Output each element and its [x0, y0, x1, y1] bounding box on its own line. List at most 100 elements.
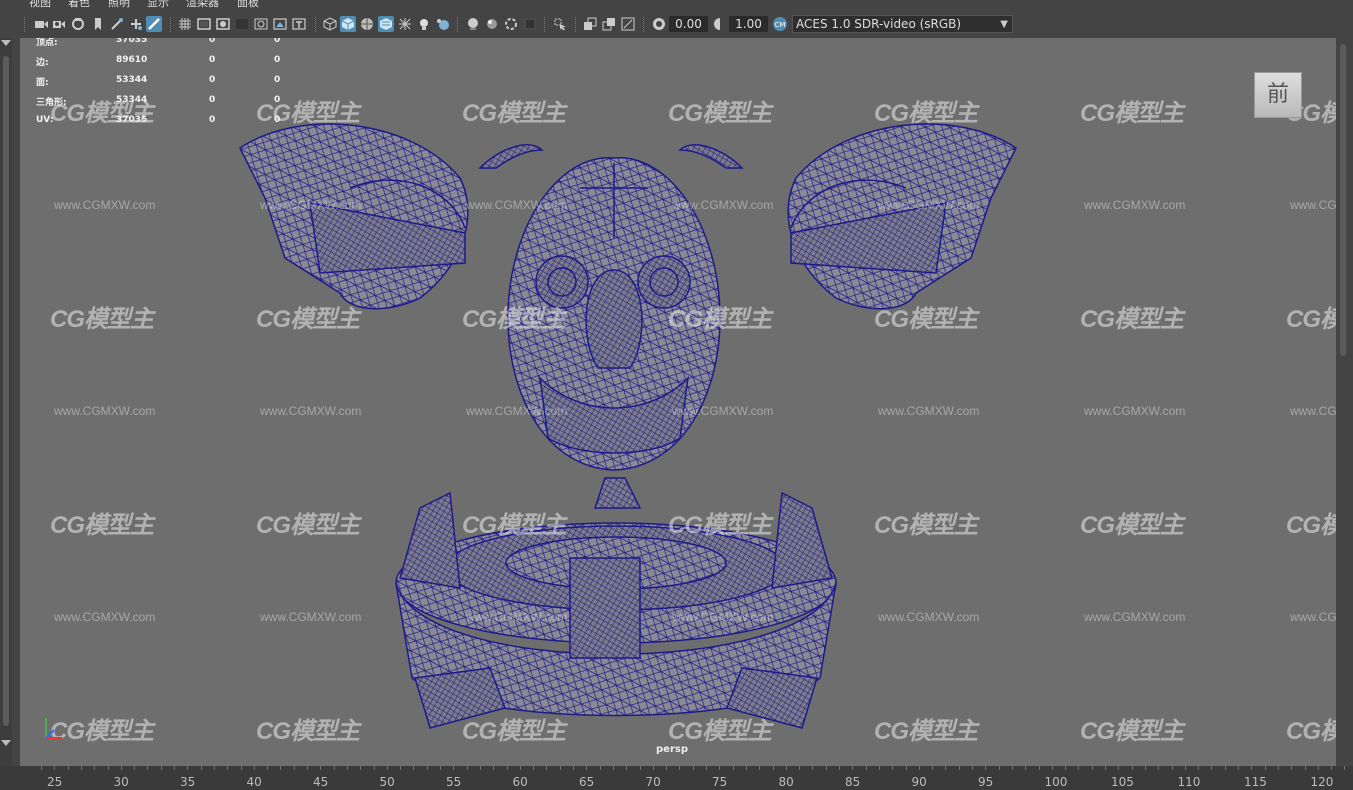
ruler-tick [1078, 766, 1080, 770]
ruler-tick [293, 766, 295, 770]
watermark-url: www.CGMXW.com [1290, 610, 1336, 624]
ruler-tick-label: 30 [113, 775, 129, 789]
watermark-url: www.CGMXW.com [1084, 404, 1186, 418]
watermark-url: www.CGMXW.com [1084, 610, 1186, 624]
ruler-tick [652, 766, 654, 770]
textured-icon[interactable] [378, 16, 394, 32]
hud-uv-count: 0 [274, 95, 281, 105]
ruler-tick [200, 766, 202, 770]
view-cube[interactable]: 前 [1254, 72, 1302, 118]
resolution-gate-icon[interactable] [215, 16, 231, 32]
watermark-logo: CG模型主 [462, 100, 566, 127]
left-scrollbar[interactable] [3, 56, 9, 726]
select-camera-icon[interactable] [33, 16, 49, 32]
ruler-tick [1091, 766, 1093, 770]
gate-mask-icon[interactable] [234, 16, 250, 32]
hud-value: 37035 [116, 38, 148, 45]
grid-2d-icon[interactable] [109, 16, 125, 32]
watermark-logo: CG模型主 [668, 100, 772, 127]
hud-uv-count: 0 [274, 115, 281, 125]
ruler-tick [932, 766, 934, 770]
use-all-lights-icon[interactable] [397, 16, 413, 32]
color-space-dropdown[interactable]: ACES 1.0 SDR-video (sRGB) ▼ [792, 15, 1013, 33]
grease-pencil-icon[interactable] [146, 16, 162, 32]
watermark-logo: CG模型主 [1080, 100, 1184, 127]
ruler-tick [612, 766, 614, 770]
frame-all-icon[interactable] [620, 16, 636, 32]
watermark-logo: CG模型主 [874, 100, 978, 127]
left-wing-mesh [239, 123, 469, 310]
menu-renderer[interactable]: 渲染器 [186, 0, 219, 8]
gamma-icon[interactable] [712, 16, 728, 32]
ruler-tick-label: 105 [1111, 775, 1134, 789]
time-slider-ruler[interactable]: 25 30 35 40 45 50 55 60 65 70 75 80 85 90 95 100 105 110 1… [0, 766, 1353, 790]
ruler-tick [1251, 766, 1253, 770]
ruler-tick [865, 766, 867, 770]
3d-viewport[interactable]: CG模型主 CG模型主 CG模型主 CG模型主 CG模型主 CG模型主 CG模型主 CG模型主… [20, 38, 1336, 766]
ruler-tick [1184, 766, 1186, 770]
hud-label: 顶点: [36, 38, 58, 48]
menu-view[interactable]: 视图 [29, 0, 51, 8]
ruler-tick [785, 766, 787, 770]
watermark-url: www.CGMXW.com [672, 198, 774, 212]
exposure-field[interactable]: 0.00 [669, 16, 708, 32]
watermark-url: www.CGMXW.com [672, 610, 774, 624]
menu-shading[interactable]: 着色 [68, 0, 90, 8]
smooth-shade-icon[interactable] [340, 16, 356, 32]
watermark-logo: CG模型主 [1080, 718, 1184, 745]
watermark-url: www.CGMXW.com [466, 610, 568, 624]
hud-uv-count: 0 [274, 55, 281, 65]
anti-aliasing-icon[interactable] [465, 16, 481, 32]
ruler-tick [1198, 766, 1200, 770]
safe-action-icon[interactable] [272, 16, 288, 32]
xray-icon[interactable] [552, 16, 568, 32]
watermark-url: www.CGMXW.com [878, 404, 980, 418]
menu-show[interactable]: 显示 [147, 0, 169, 8]
watermark-url: www.CGMXW.com [466, 404, 568, 418]
ruler-tick [240, 766, 242, 770]
image-plane-icon[interactable] [90, 16, 106, 32]
color-space-label: ACES 1.0 SDR-video (sRGB) [796, 17, 962, 31]
motion-blur-icon[interactable] [503, 16, 519, 32]
gamma-field[interactable]: 1.00 [729, 16, 768, 32]
bookmarks-icon[interactable] [70, 16, 86, 32]
ruler-tick [1344, 766, 1346, 770]
shadows-icon[interactable] [416, 16, 432, 32]
ruler-tick [426, 766, 428, 770]
camera-name-label: persp [656, 744, 688, 755]
toolbar-separator [170, 17, 173, 32]
camera-attributes-icon[interactable] [51, 16, 67, 32]
ambient-occlusion-icon[interactable] [435, 16, 451, 32]
ruler-tick [546, 766, 548, 770]
ruler-tick [1331, 766, 1333, 770]
isolate-select-icon[interactable] [522, 16, 538, 32]
exposure-icon[interactable] [651, 16, 667, 32]
film-gate-icon[interactable] [196, 16, 212, 32]
ruler-tick-label: 60 [512, 775, 528, 789]
menu-panels[interactable]: 面板 [237, 0, 259, 8]
ruler-tick [213, 766, 215, 770]
menu-lighting[interactable]: 照明 [108, 0, 130, 8]
field-chart-icon[interactable] [253, 16, 269, 32]
watermark-logo: CG模型主 [256, 100, 360, 127]
depth-of-field-icon[interactable] [484, 16, 500, 32]
ruler-tick-label: 115 [1244, 775, 1267, 789]
safe-title-icon[interactable] [291, 16, 307, 32]
xray-joints-icon[interactable] [601, 16, 617, 32]
watermark-logo: CG模型主 [50, 306, 154, 333]
wireframe-on-shaded-icon[interactable] [359, 16, 375, 32]
pan-zoom-icon[interactable] [128, 16, 144, 32]
model-wireframe[interactable] [20, 38, 1336, 766]
scroll-up-arrow-icon[interactable] [1, 40, 11, 46]
scroll-down-arrow-icon[interactable] [1, 740, 11, 746]
right-scrollbar[interactable] [1340, 44, 1346, 356]
wireframe-icon[interactable] [322, 16, 338, 32]
ruler-tick [1291, 766, 1293, 770]
xray-active-components-icon[interactable] [582, 16, 598, 32]
ruler-tick [1171, 766, 1173, 770]
ruler-tick [1105, 766, 1106, 770]
color-management-icon[interactable]: CM [772, 16, 788, 32]
ruler-tick-label: 95 [978, 775, 994, 789]
ruler-tick [506, 766, 508, 770]
grid-icon[interactable] [177, 16, 193, 32]
